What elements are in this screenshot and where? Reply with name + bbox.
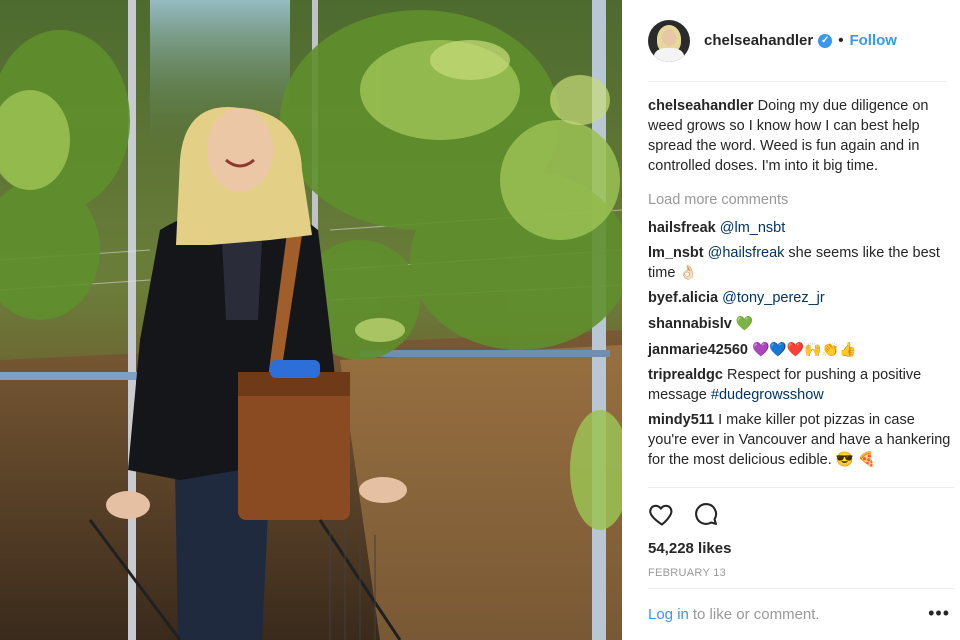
comment-username[interactable]: lm_nsbt bbox=[648, 245, 704, 261]
comment-text: 💜💙❤️🙌👏👍 bbox=[752, 341, 857, 357]
load-more-comments-button[interactable]: Load more comments bbox=[648, 190, 954, 210]
post-footer: Log in to like or comment. ••• bbox=[648, 588, 954, 640]
comment-item: shannabislv 💚 bbox=[648, 313, 954, 334]
comment-item: byef.alicia @tony_perez_jr bbox=[648, 288, 954, 308]
comment-item: lm_nsbt @hailsfreak she seems like the b… bbox=[648, 243, 954, 283]
follow-button[interactable]: Follow bbox=[849, 32, 897, 49]
comment-mention[interactable]: @hailsfreak bbox=[708, 245, 785, 261]
comment-item: mindy511 I make killer pot pizzas in cas… bbox=[648, 410, 954, 470]
header-user-row: chelseahandler ✓ • Follow bbox=[704, 32, 897, 49]
heart-icon[interactable] bbox=[648, 500, 676, 528]
post-header: chelseahandler ✓ • Follow bbox=[648, 0, 946, 82]
post-photo[interactable] bbox=[0, 0, 622, 640]
comment-hashtag[interactable]: #dudegrowsshow bbox=[711, 387, 824, 403]
comment-list: chelseahandler Doing my due diligence on… bbox=[648, 82, 954, 470]
login-link[interactable]: Log in bbox=[648, 606, 689, 623]
avatar[interactable] bbox=[648, 19, 690, 62]
comment-mention[interactable]: @lm_nsbt bbox=[720, 220, 786, 236]
caption-username[interactable]: chelseahandler bbox=[648, 98, 754, 114]
comment-username[interactable]: shannabislv bbox=[648, 316, 732, 332]
comment-username[interactable]: hailsfreak bbox=[648, 220, 716, 236]
comment-bubble-icon[interactable] bbox=[692, 500, 720, 528]
comment-item: triprealdgc Respect for pushing a positi… bbox=[648, 365, 954, 405]
comment-mention[interactable]: @tony_perez_jr bbox=[722, 290, 825, 306]
comment-username[interactable]: janmarie42560 bbox=[648, 342, 748, 358]
caption: chelseahandler Doing my due diligence on… bbox=[648, 96, 954, 176]
comment-text: 💚 bbox=[735, 315, 754, 331]
instagram-post: chelseahandler ✓ • Follow chelseahandler… bbox=[0, 0, 960, 640]
separator-dot: • bbox=[838, 32, 844, 49]
comment-username[interactable]: byef.alicia bbox=[648, 290, 718, 306]
post-sidebar: chelseahandler ✓ • Follow chelseahandler… bbox=[622, 0, 960, 640]
action-bar bbox=[648, 488, 954, 540]
post-actions-section: 54,228 likes FEBRUARY 13 bbox=[648, 487, 954, 579]
verified-badge-icon: ✓ bbox=[818, 33, 833, 48]
comment-item: janmarie42560 💜💙❤️🙌👏👍 bbox=[648, 339, 954, 360]
header-username[interactable]: chelseahandler bbox=[704, 32, 813, 49]
post-date[interactable]: FEBRUARY 13 bbox=[648, 567, 954, 579]
comment-username[interactable]: triprealdgc bbox=[648, 367, 723, 383]
more-options-icon[interactable]: ••• bbox=[928, 603, 950, 624]
greenhouse-photo bbox=[0, 0, 622, 640]
login-prompt-text: to like or comment. bbox=[692, 606, 820, 623]
likes-count[interactable]: 54,228 likes bbox=[648, 540, 954, 557]
comment-item: hailsfreak @lm_nsbt bbox=[648, 218, 954, 238]
comment-username[interactable]: mindy511 bbox=[648, 412, 714, 428]
